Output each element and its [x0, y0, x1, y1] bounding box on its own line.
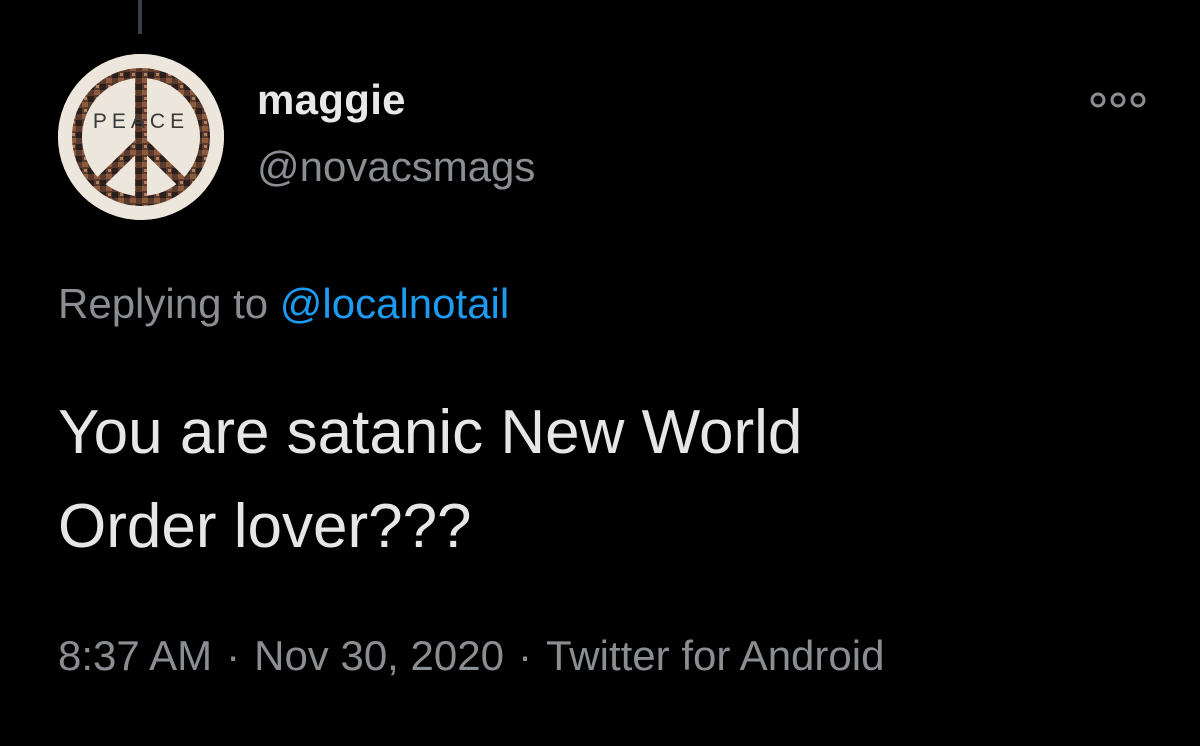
- meta-separator: ·: [226, 632, 241, 679]
- avatar[interactable]: PEACE: [58, 54, 224, 220]
- reply-mention-link[interactable]: @localnotail: [280, 280, 509, 327]
- avatar-text: PEACE: [93, 110, 189, 133]
- tweet-text: You are satanic New World Order lover???: [58, 386, 1158, 574]
- replying-to: Replying to @localnotail: [58, 280, 509, 328]
- replying-to-label: Replying to: [58, 280, 269, 327]
- author-handle[interactable]: @novacsmags: [257, 143, 535, 191]
- peace-sign-icon: PEACE: [58, 54, 224, 220]
- tweet-text-line: Order lover???: [58, 492, 472, 561]
- tweet-metadata: 8:37 AM · Nov 30, 2020 · Twitter for Android: [58, 632, 884, 680]
- meta-separator: ·: [517, 632, 532, 679]
- thread-connector-line: [138, 0, 142, 34]
- author-name[interactable]: maggie: [257, 76, 406, 124]
- tweet-date[interactable]: Nov 30, 2020: [254, 632, 504, 679]
- more-options-button[interactable]: [1086, 82, 1150, 118]
- tweet-time[interactable]: 8:37 AM: [58, 632, 212, 679]
- more-options-icon: [1090, 92, 1146, 108]
- tweet-source[interactable]: Twitter for Android: [546, 632, 884, 679]
- tweet-text-line: You are satanic New World: [58, 398, 803, 467]
